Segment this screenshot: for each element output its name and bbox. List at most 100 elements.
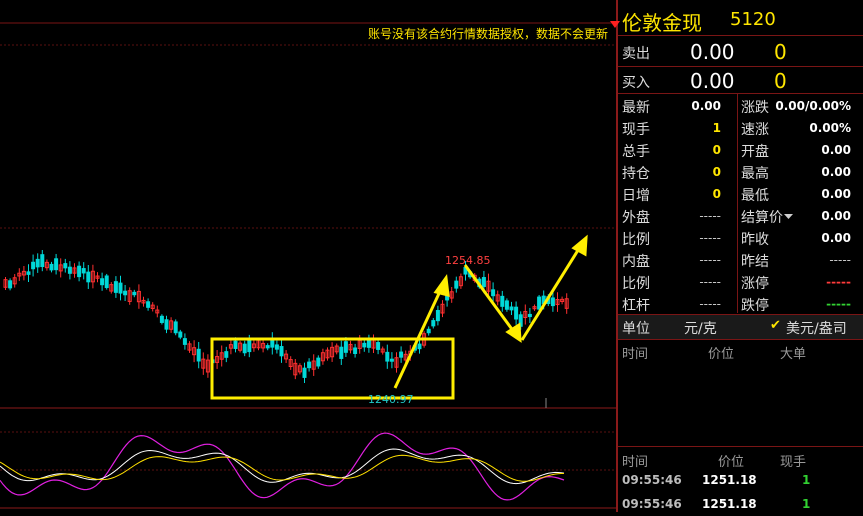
stat-value-right: ----- bbox=[826, 275, 851, 289]
trade-volume: 1 bbox=[802, 497, 811, 511]
candle-body bbox=[242, 343, 247, 354]
candle-body bbox=[307, 361, 312, 369]
stats-col-divider bbox=[737, 93, 738, 313]
candle-body bbox=[343, 341, 348, 353]
candle-body bbox=[435, 309, 440, 322]
divider bbox=[618, 446, 863, 447]
candle-body bbox=[481, 277, 486, 288]
dropdown-arrow-icon[interactable] bbox=[784, 214, 793, 220]
stat-label-left: 持仓 bbox=[622, 166, 650, 182]
buy-volume: 0 bbox=[774, 69, 787, 93]
stat-value-right: 0.00 bbox=[821, 187, 851, 201]
candle-body bbox=[537, 296, 542, 310]
trend-arrows bbox=[393, 234, 588, 389]
stat-label-left: 现手 bbox=[622, 122, 650, 138]
candle-body bbox=[339, 346, 344, 359]
stat-label-left: 内盘 bbox=[622, 254, 650, 270]
stat-value-left: ----- bbox=[699, 231, 721, 245]
candle-body bbox=[118, 282, 123, 294]
divider bbox=[618, 35, 863, 36]
candle-body bbox=[35, 258, 40, 268]
candles-group bbox=[3, 250, 569, 383]
candle-body bbox=[385, 351, 390, 362]
candle-body bbox=[426, 328, 431, 334]
candle-body bbox=[196, 348, 201, 362]
unit-label: 单位 bbox=[622, 321, 650, 337]
kline-chart[interactable]: 账号没有该合约行情数据授权，数据不会更新 1254.85 1240.97 bbox=[0, 0, 616, 512]
stat-value-right: 0.00 bbox=[821, 231, 851, 245]
stat-value-right: 0.00 bbox=[821, 209, 851, 223]
stat-value-right: 0.00/0.00% bbox=[775, 99, 851, 113]
candle-body bbox=[454, 280, 459, 289]
candle-body bbox=[500, 295, 505, 307]
trades-header-volume: 现手 bbox=[780, 455, 807, 470]
trade-price: 1251.18 bbox=[702, 497, 757, 511]
candle-body bbox=[8, 280, 13, 289]
candle-body bbox=[431, 320, 436, 327]
trades-header-price: 价位 bbox=[718, 455, 745, 470]
candle-body bbox=[316, 357, 321, 367]
stat-value-right: 0.00% bbox=[809, 121, 851, 135]
stat-value-right: ----- bbox=[829, 253, 851, 267]
candle-body bbox=[550, 297, 555, 307]
sell-label: 卖出 bbox=[622, 46, 650, 62]
divider bbox=[618, 93, 863, 94]
stat-value-left: 0.00 bbox=[691, 99, 721, 113]
trades-header-time: 时间 bbox=[622, 455, 649, 470]
candle-body bbox=[504, 300, 509, 310]
tick-header-price: 价位 bbox=[708, 347, 735, 362]
instrument-name: 伦敦金现 bbox=[622, 11, 702, 35]
stat-value-left: 1 bbox=[712, 121, 721, 135]
divider bbox=[618, 66, 863, 67]
stat-label-right: 昨收 bbox=[741, 232, 769, 248]
candle-body bbox=[26, 271, 31, 275]
candle-body bbox=[164, 319, 169, 330]
stat-label-right: 开盘 bbox=[741, 144, 769, 160]
high-price-label: 1254.85 bbox=[445, 254, 491, 267]
candle-body bbox=[54, 258, 59, 271]
candle-body bbox=[86, 271, 91, 283]
candle-body bbox=[224, 351, 229, 358]
stat-value-left: 0 bbox=[712, 187, 721, 201]
stat-label-right: 跌停 bbox=[741, 298, 769, 314]
oscillator-group bbox=[0, 432, 565, 501]
candle-body bbox=[40, 254, 45, 268]
checkmark-icon[interactable]: ✔ bbox=[770, 318, 781, 333]
candle-body bbox=[265, 345, 270, 349]
candle-body bbox=[274, 344, 279, 350]
instrument-code: 5120 bbox=[730, 9, 776, 30]
tick-header-bigorder: 大单 bbox=[780, 347, 807, 362]
trade-time: 09:55:46 bbox=[622, 497, 682, 511]
unit-option-gram[interactable]: 元/克 bbox=[684, 318, 717, 338]
stat-label-left: 日增 bbox=[622, 188, 650, 204]
stat-value-left: 0 bbox=[712, 143, 721, 157]
candle-body bbox=[132, 291, 137, 296]
stat-value-left: ----- bbox=[699, 209, 721, 223]
oscillator-line bbox=[0, 454, 564, 482]
stat-label-right: 结算价 bbox=[741, 210, 783, 226]
stat-label-right: 昨结 bbox=[741, 254, 769, 270]
low-price-label: 1240.97 bbox=[368, 393, 414, 406]
stat-value-right: 0.00 bbox=[821, 165, 851, 179]
candle-body bbox=[49, 263, 54, 271]
buy-label: 买入 bbox=[622, 75, 650, 91]
up-arrow-head bbox=[433, 273, 450, 297]
stat-label-left: 总手 bbox=[622, 144, 650, 160]
candle-body bbox=[63, 263, 68, 269]
stat-label-right: 速涨 bbox=[741, 122, 769, 138]
stat-value-left: ----- bbox=[699, 275, 721, 289]
candlestick-chart-svg[interactable] bbox=[0, 0, 616, 512]
candle-body bbox=[509, 306, 514, 311]
trade-time: 09:55:46 bbox=[622, 473, 682, 487]
candle-body bbox=[514, 306, 519, 320]
oscillator-line bbox=[0, 432, 565, 501]
unit-option-ounce[interactable]: 美元/盎司 bbox=[786, 318, 847, 338]
stat-label-left: 比例 bbox=[622, 232, 650, 248]
candle-body bbox=[77, 265, 82, 278]
trade-price: 1251.18 bbox=[702, 473, 757, 487]
oscillator-line bbox=[0, 448, 565, 485]
candle-body bbox=[104, 275, 109, 289]
candle-body bbox=[527, 313, 532, 318]
candle-body bbox=[233, 340, 238, 349]
candle-body bbox=[491, 289, 496, 297]
